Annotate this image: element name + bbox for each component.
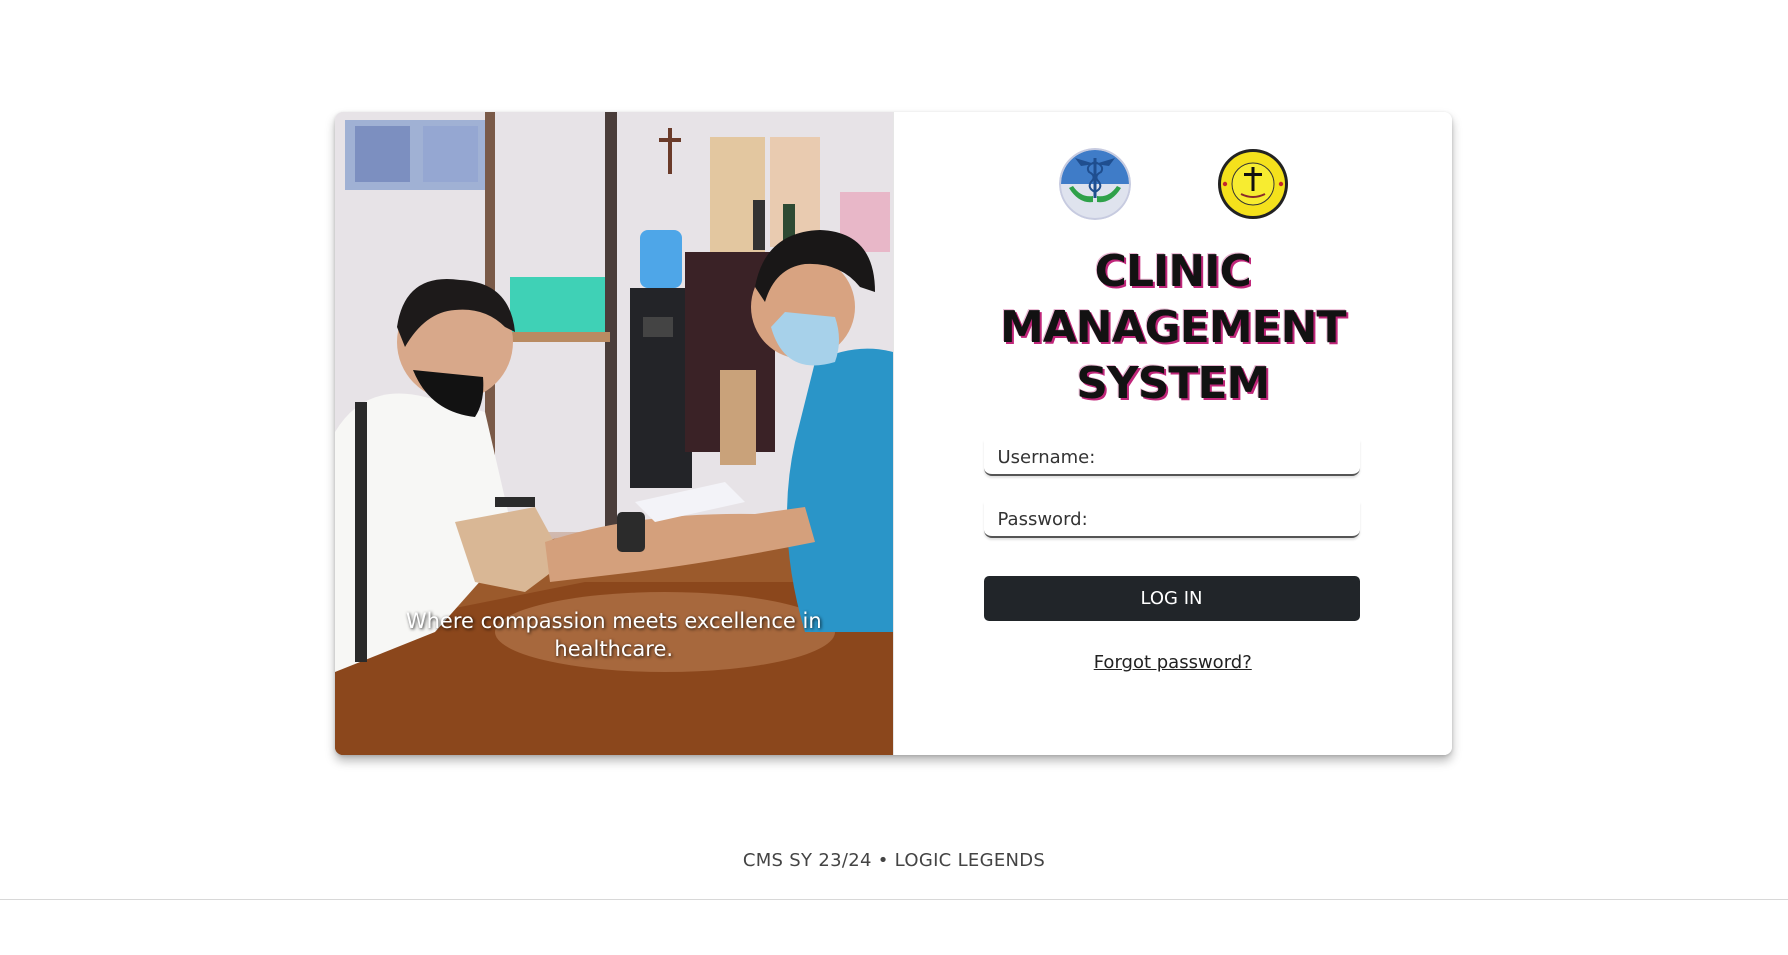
title-line-2: MANAGEMENT [999,302,1347,353]
password-input[interactable] [983,502,1360,538]
college-seal-logo [1217,149,1288,219]
title-line-3: SYSTEM [1076,358,1270,409]
login-panel: CLINIC MANAGEMENT SYSTEM LOG IN Forgot p… [892,112,1453,755]
hero-photo: Where compassion meets excellence in hea… [335,112,893,755]
footer-text: CMS SY 23/24 • LOGIC LEGENDS [742,850,1046,871]
app-title: CLINIC MANAGEMENT SYSTEM [894,244,1453,412]
login-button[interactable]: LOG IN [983,576,1360,621]
clinic-logo [1058,148,1131,220]
login-card: Where compassion meets excellence in hea… [335,112,1452,755]
footer-divider [0,899,1788,900]
photo-caption: Where compassion meets excellence in hea… [405,609,822,661]
forgot-password-link[interactable]: Forgot password? [894,652,1453,673]
title-line-1: CLINIC [1094,246,1252,297]
username-input[interactable] [983,440,1360,476]
